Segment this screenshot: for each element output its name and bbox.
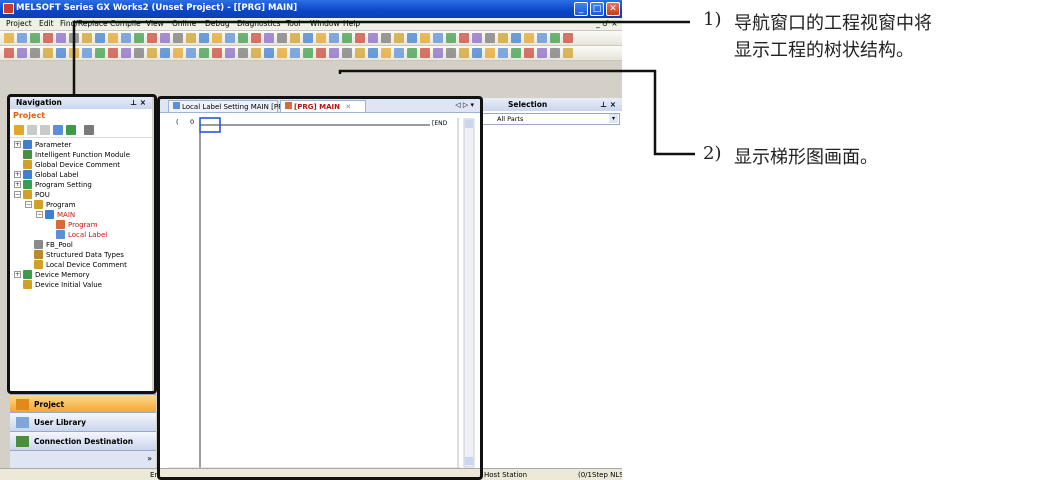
callout-1-line-2: 显示工程的树状结构。 [734,40,914,61]
callout-2-line-1: 显示梯形图画面。 [734,147,878,168]
callout-line-1 [72,20,690,96]
callout-line-2 [338,69,695,156]
callout-1-line-1: 导航窗口的工程视窗中将 [734,13,932,34]
callout-2-number: 2) [703,143,722,164]
callout-lines [72,20,695,156]
callout-1-number: 1) [703,9,722,30]
